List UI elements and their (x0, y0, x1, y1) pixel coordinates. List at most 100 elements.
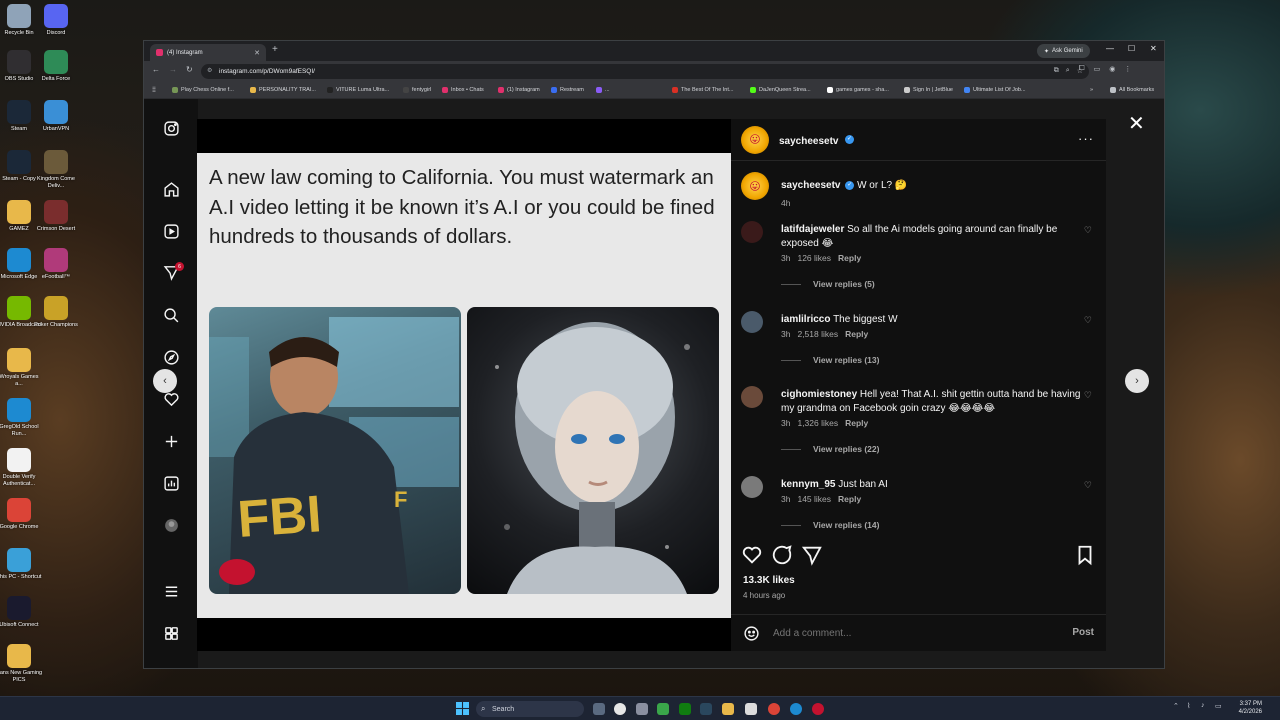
tab-close-icon[interactable]: ✕ (254, 49, 260, 57)
window-close-button[interactable]: ✕ (1150, 44, 1157, 53)
all-bookmarks-button[interactable]: All Bookmarks (1110, 87, 1154, 93)
also-from-meta-icon[interactable] (161, 623, 181, 643)
emoji-icon[interactable] (743, 625, 760, 642)
bookmark-item[interactable]: PERSONALITY TRAI... (250, 87, 316, 93)
save-bookmark-icon[interactable] (1074, 544, 1096, 566)
bookmark-item[interactable]: VITURE Luma Ultra... (327, 87, 389, 93)
share-icon[interactable] (801, 544, 823, 566)
profile-icon[interactable]: ◉ (1109, 65, 1115, 73)
settings-taskbar-icon[interactable] (636, 703, 648, 715)
app-taskbar-icon[interactable] (812, 703, 824, 715)
commenter-username[interactable]: latifdajeweler (781, 224, 844, 235)
add-comment-input[interactable] (773, 624, 1043, 642)
more-menu-icon[interactable] (161, 581, 181, 601)
tab-instagram[interactable]: (4) Instagram ✕ (150, 44, 266, 61)
desktop-icon[interactable]: Ubisoft Connect (0, 596, 43, 629)
address-bar[interactable]: ⚙ instagram.com/p/DWom9afESQI/ ⧉ ⌕ ☆ (201, 64, 1089, 79)
desktop-icon[interactable]: Delta Force (32, 50, 80, 83)
file-explorer-taskbar-icon[interactable] (722, 703, 734, 715)
taskbar-search[interactable]: ⌕ Search (476, 701, 584, 717)
media-player-taskbar-icon[interactable] (657, 703, 669, 715)
site-info-icon[interactable]: ⚙ (207, 67, 212, 74)
comment-like-heart-icon[interactable]: ♡ (1084, 225, 1092, 236)
create-icon[interactable] (161, 431, 181, 451)
bookmark-item[interactable]: The Best Of The Int... (672, 87, 733, 93)
edge-taskbar-icon[interactable] (790, 703, 802, 715)
reload-button[interactable]: ↻ (186, 65, 193, 74)
maximize-button[interactable]: ☐ (1128, 44, 1135, 53)
sidebar-icon[interactable]: ▭ (1094, 65, 1101, 73)
commenter-username[interactable]: kennym_95 (781, 479, 835, 490)
instagram-logo-icon[interactable] (161, 118, 181, 138)
battery-icon[interactable]: ▭ (1215, 702, 1222, 710)
view-replies-button[interactable]: View replies (13) (781, 355, 879, 365)
desktop-icon[interactable]: Kingdom Come Deliv... (32, 150, 80, 190)
volume-icon[interactable]: ♪ (1201, 702, 1205, 709)
bookmark-item[interactable]: Ultimate List Of Job... (964, 87, 1026, 93)
comment-like-heart-icon[interactable]: ♡ (1084, 480, 1092, 491)
task-view-icon[interactable] (593, 703, 605, 715)
desktop-icon[interactable]: Crimson Desert (32, 200, 80, 233)
desktop-icon[interactable]: Dans New Gaming PICS (0, 644, 43, 684)
comment-likes[interactable]: 1,326 likes (797, 418, 838, 428)
caption-author-username[interactable]: saycheesetv (781, 180, 841, 191)
windows-start-icon[interactable] (456, 702, 469, 715)
view-replies-button[interactable]: View replies (5) (781, 279, 875, 289)
zoom-icon[interactable]: ⌕ (1066, 67, 1070, 75)
like-heart-icon[interactable] (741, 544, 763, 566)
commenter-username[interactable]: cighomiestoney (781, 389, 857, 400)
commenter-avatar[interactable] (741, 221, 763, 243)
bookmark-item[interactable]: DaJenQueen Strea... (750, 87, 811, 93)
xbox-taskbar-icon[interactable] (679, 703, 691, 715)
comment-likes[interactable]: 145 likes (797, 494, 831, 504)
comment-reply-button[interactable]: Reply (838, 494, 861, 504)
view-replies-button[interactable]: View replies (14) (781, 520, 879, 530)
bookmarks-overflow-icon[interactable]: » (1090, 87, 1093, 93)
comment-like-heart-icon[interactable]: ♡ (1084, 315, 1092, 326)
store-taskbar-icon[interactable] (745, 703, 757, 715)
dashboard-icon[interactable] (161, 473, 181, 493)
comment-like-heart-icon[interactable]: ♡ (1084, 390, 1092, 401)
bookmark-item[interactable]: ... (596, 87, 610, 93)
forward-button[interactable]: → (169, 65, 177, 74)
desktop-icon[interactable]: Poker Champions (32, 296, 80, 329)
comment-likes[interactable]: 2,518 likes (797, 329, 838, 339)
obs-taskbar-icon[interactable] (614, 703, 626, 715)
explore-icon[interactable] (161, 347, 181, 367)
extensions-icon[interactable]: ⧠ (1079, 65, 1085, 73)
commenter-avatar[interactable] (741, 311, 763, 333)
post-options-icon[interactable]: ··· (1078, 131, 1094, 146)
comment-reply-button[interactable]: Reply (845, 418, 868, 428)
commenter-avatar[interactable] (741, 476, 763, 498)
steam-taskbar-icon[interactable] (700, 703, 712, 715)
bookmark-item[interactable]: Play Chess Online f... (172, 87, 234, 93)
tray-overflow-icon[interactable]: ⌃ (1173, 702, 1179, 710)
post-comment-button[interactable]: Post (1072, 627, 1094, 638)
caption-author-avatar[interactable]: 😛 (741, 172, 769, 200)
author-username[interactable]: saycheesetv (779, 136, 839, 147)
system-clock[interactable]: 3:37 PM 4/2/2026 (1232, 700, 1262, 716)
desktop-icon[interactable]: eFootball™ (32, 248, 80, 281)
desktop-icon[interactable]: Double Verify Authenticat... (0, 448, 43, 488)
view-replies-button[interactable]: View replies (22) (781, 444, 879, 454)
desktop-icon[interactable]: UrbanVPN (32, 100, 80, 133)
comment-likes[interactable]: 126 likes (797, 253, 831, 263)
desktop-icon[interactable]: GregOld School Run... (0, 398, 43, 438)
minimize-button[interactable]: — (1106, 44, 1114, 53)
desktop-icon[interactable]: Discord (32, 4, 80, 37)
bookmark-item[interactable]: (1) Instagram (498, 87, 540, 93)
menu-icon[interactable]: ⋮ (1124, 65, 1131, 73)
profile-avatar-icon[interactable] (161, 515, 181, 535)
back-button[interactable]: ← (152, 65, 160, 74)
comment-icon[interactable] (771, 544, 793, 566)
apps-icon[interactable]: ⣿ (152, 87, 156, 93)
bookmark-item[interactable]: Sign In | JetBlue (904, 87, 953, 93)
commenter-avatar[interactable] (741, 386, 763, 408)
desktop-icon[interactable]: This PC - Shortcut (0, 548, 43, 581)
bookmark-item[interactable]: fentygirl (403, 87, 431, 93)
previous-post-button[interactable]: ‹ (153, 369, 177, 393)
desktop-icon[interactable]: Google Chrome (0, 498, 43, 531)
reels-icon[interactable] (161, 221, 181, 241)
commenter-username[interactable]: iamlilricco (781, 314, 830, 325)
bookmark-item[interactable]: Restream (551, 87, 584, 93)
